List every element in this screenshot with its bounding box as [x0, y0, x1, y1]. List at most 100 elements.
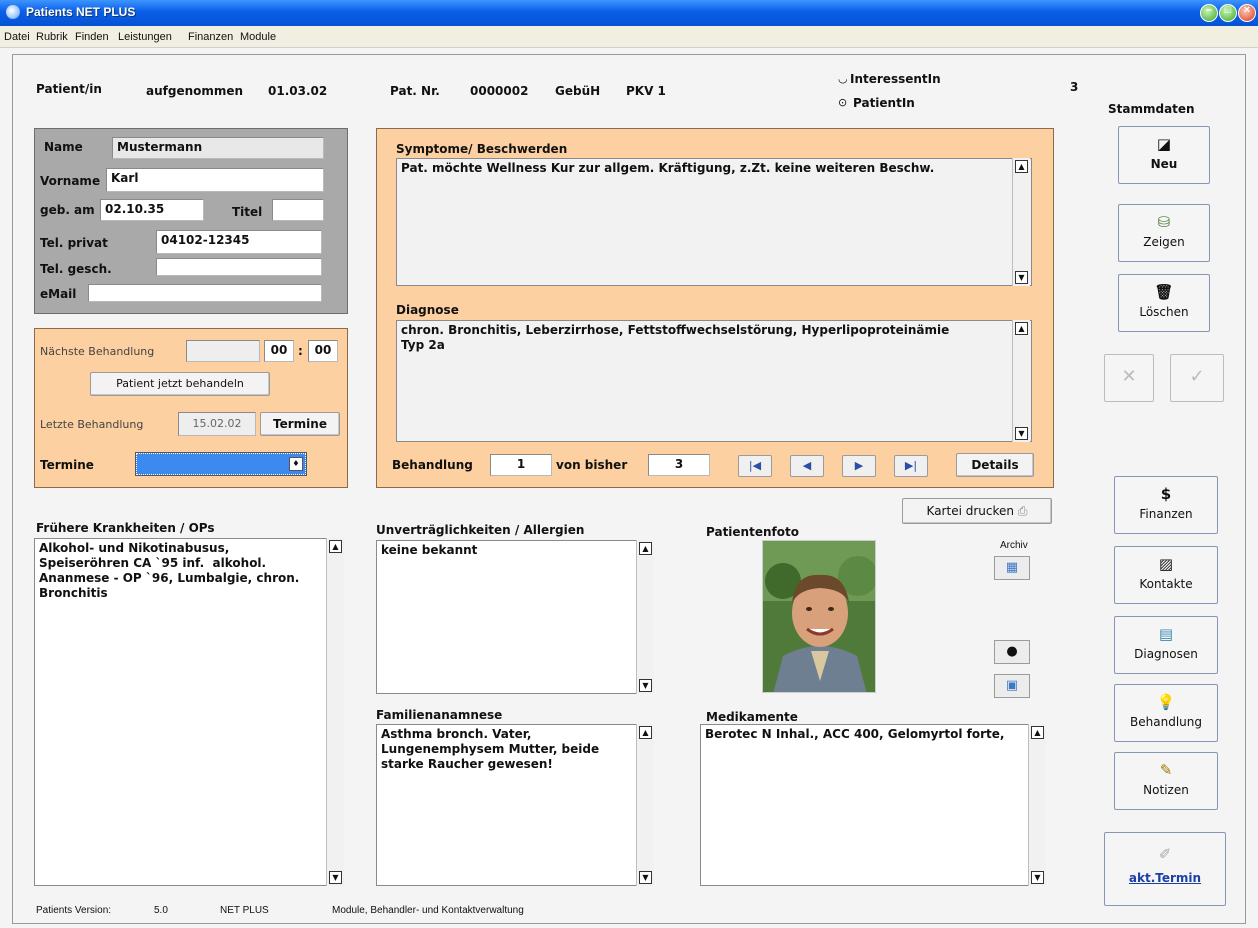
last-record-icon[interactable]: ▶| — [894, 455, 928, 477]
email-field[interactable] — [88, 284, 322, 302]
next-treatment-label: Nächste Behandlung — [40, 345, 155, 358]
scroll-down-icon[interactable]: ▼ — [1015, 427, 1028, 440]
scroll-down-icon[interactable]: ▼ — [329, 871, 342, 884]
prev-record-icon[interactable]: ◀ — [790, 455, 824, 477]
diagnose-textarea[interactable]: chron. Bronchitis, Leberzirrhose, Fettst… — [396, 320, 1032, 442]
vorname-field[interactable]: Karl — [106, 168, 324, 192]
next-treatment-hour[interactable]: 00 — [264, 340, 294, 362]
fruehere-scrollbar[interactable]: ▲ ▼ — [326, 538, 344, 886]
neu-button[interactable]: ◪ Neu — [1118, 126, 1210, 184]
first-record-icon[interactable]: |◀ — [738, 455, 772, 477]
trash-icon: 🗑 — [1154, 283, 1174, 301]
fruehere-label: Frühere Krankheiten / OPs — [36, 521, 215, 535]
scroll-up-icon[interactable]: ▲ — [639, 726, 652, 739]
scroll-up-icon[interactable]: ▲ — [639, 542, 652, 555]
menu-leistungen[interactable]: Leistungen — [118, 31, 172, 43]
termine-select[interactable]: ♦ — [135, 452, 307, 476]
kontakte-label: Kontakte — [1139, 577, 1193, 591]
admitted-date: 01.03.02 — [268, 84, 328, 98]
loeschen-button[interactable]: 🗑 Löschen — [1118, 274, 1210, 332]
neu-label: Neu — [1150, 157, 1178, 171]
behandlung-button[interactable]: 💡 Behandlung — [1114, 684, 1218, 742]
name-label: Name — [44, 140, 83, 154]
last-treatment-label: Letzte Behandlung — [40, 418, 144, 431]
kontakte-button[interactable]: ▨ Kontakte — [1114, 546, 1218, 604]
diagnose-scrollbar[interactable]: ▲ ▼ — [1012, 320, 1030, 442]
menu-module[interactable]: Module — [240, 31, 276, 43]
notizen-label: Notizen — [1143, 783, 1189, 797]
scroll-up-icon[interactable]: ▲ — [329, 540, 342, 553]
allergien-textarea[interactable]: keine bekannt — [376, 540, 654, 694]
allergien-scrollbar[interactable]: ▲ ▼ — [636, 540, 654, 694]
menu-finanzen[interactable]: Finanzen — [188, 31, 233, 43]
cancel-button[interactable]: ✕ — [1104, 354, 1154, 402]
patient-label: Patient/in — [36, 82, 102, 96]
medikamente-textarea[interactable]: Berotec N Inhal., ACC 400, Gelomyrtol fo… — [700, 724, 1046, 886]
scroll-down-icon[interactable]: ▼ — [639, 679, 652, 692]
loeschen-label: Löschen — [1139, 305, 1189, 319]
next-treatment-minute[interactable]: 00 — [308, 340, 338, 362]
radio-interessent[interactable]: ◡ — [838, 72, 848, 85]
dollar-icon: $ — [1160, 485, 1172, 503]
finanzen-button[interactable]: $ Finanzen — [1114, 476, 1218, 534]
scroll-down-icon[interactable]: ▼ — [639, 871, 652, 884]
behandlung-button-label: Behandlung — [1130, 715, 1202, 729]
next-record-icon[interactable]: ▶ — [842, 455, 876, 477]
behandlung-total: 3 — [648, 454, 710, 476]
geb-field[interactable]: 02.10.35 — [100, 199, 204, 221]
camera-icon[interactable]: ● — [994, 640, 1030, 664]
medikamente-scrollbar[interactable]: ▲ ▼ — [1028, 724, 1046, 886]
titel-field[interactable] — [272, 199, 324, 221]
print-card-label: Kartei drucken — [926, 504, 1014, 518]
name-field[interactable]: Mustermann — [112, 137, 324, 159]
radio-patient[interactable]: ⊙ — [838, 96, 847, 109]
details-button[interactable]: Details — [956, 453, 1034, 477]
diagnosen-label: Diagnosen — [1134, 647, 1198, 661]
telgesch-field[interactable] — [156, 258, 322, 276]
fruehere-textarea[interactable]: Alkohol- und Nikotinabusus, Speiseröhren… — [34, 538, 344, 886]
diagnose-label: Diagnose — [396, 303, 459, 317]
save-icon[interactable]: ▣ — [994, 674, 1030, 698]
diagnosen-button[interactable]: ▤ Diagnosen — [1114, 616, 1218, 674]
akt-termin-button[interactable]: ✐ akt.Termin — [1104, 832, 1226, 906]
menu-datei[interactable]: Datei — [4, 31, 30, 43]
scroll-up-icon[interactable]: ▲ — [1015, 160, 1028, 173]
treat-now-button[interactable]: Patient jetzt behandeln — [90, 372, 270, 396]
foto-label: Patientenfoto — [706, 525, 799, 539]
scroll-up-icon[interactable]: ▲ — [1015, 322, 1028, 335]
symptoms-scrollbar[interactable]: ▲ ▼ — [1012, 158, 1030, 286]
scroll-up-icon[interactable]: ▲ — [1031, 726, 1044, 739]
patient-photo-image — [763, 541, 875, 692]
titel-label: Titel — [232, 205, 263, 219]
behandlung-current[interactable]: 1 — [490, 454, 552, 476]
zeigen-button[interactable]: ⛁ Zeigen — [1118, 204, 1210, 262]
symptoms-label: Symptome/ Beschwerden — [396, 142, 568, 156]
akt-termin-label: akt.Termin — [1128, 871, 1202, 885]
scroll-down-icon[interactable]: ▼ — [1031, 871, 1044, 884]
maximize-button[interactable]: □ — [1219, 4, 1237, 22]
minimize-button[interactable]: – — [1200, 4, 1218, 22]
symptoms-textarea[interactable]: Pat. möchte Wellness Kur zur allgem. Krä… — [396, 158, 1032, 286]
menu-rubrik[interactable]: Rubrik — [36, 31, 68, 43]
notizen-button[interactable]: ✎ Notizen — [1114, 752, 1218, 810]
archive-icon[interactable]: ▦ — [994, 556, 1030, 580]
close-button[interactable]: × — [1238, 4, 1256, 22]
gebuh-value: PKV 1 — [626, 84, 666, 98]
scroll-down-icon[interactable]: ▼ — [1015, 271, 1028, 284]
select-arrow-icon[interactable]: ♦ — [289, 457, 303, 471]
next-treatment-date[interactable] — [186, 340, 260, 362]
familie-label: Familienanamnese — [376, 708, 503, 722]
familie-textarea[interactable]: Asthma bronch. Vater, Lungenemphysem Mut… — [376, 724, 654, 886]
telprivat-field[interactable]: 04102-12345 — [156, 230, 322, 254]
modules-label: Module, Behandler- und Kontaktverwaltung — [332, 905, 524, 916]
print-card-button[interactable]: Kartei drucken ⎙ — [902, 498, 1052, 524]
confirm-button[interactable]: ✓ — [1170, 354, 1224, 402]
menu-finden[interactable]: Finden — [75, 31, 109, 43]
archiv-label: Archiv — [1000, 540, 1028, 551]
new-record-icon: ◪ — [1156, 135, 1172, 153]
title-bar: Patients NET PLUS – □ × — [0, 0, 1258, 26]
von-bisher-label: von bisher — [556, 458, 628, 472]
familie-scrollbar[interactable]: ▲ ▼ — [636, 724, 654, 886]
allergien-label: Unverträglichkeiten / Allergien — [376, 523, 585, 537]
termine-button[interactable]: Termine — [260, 412, 340, 436]
